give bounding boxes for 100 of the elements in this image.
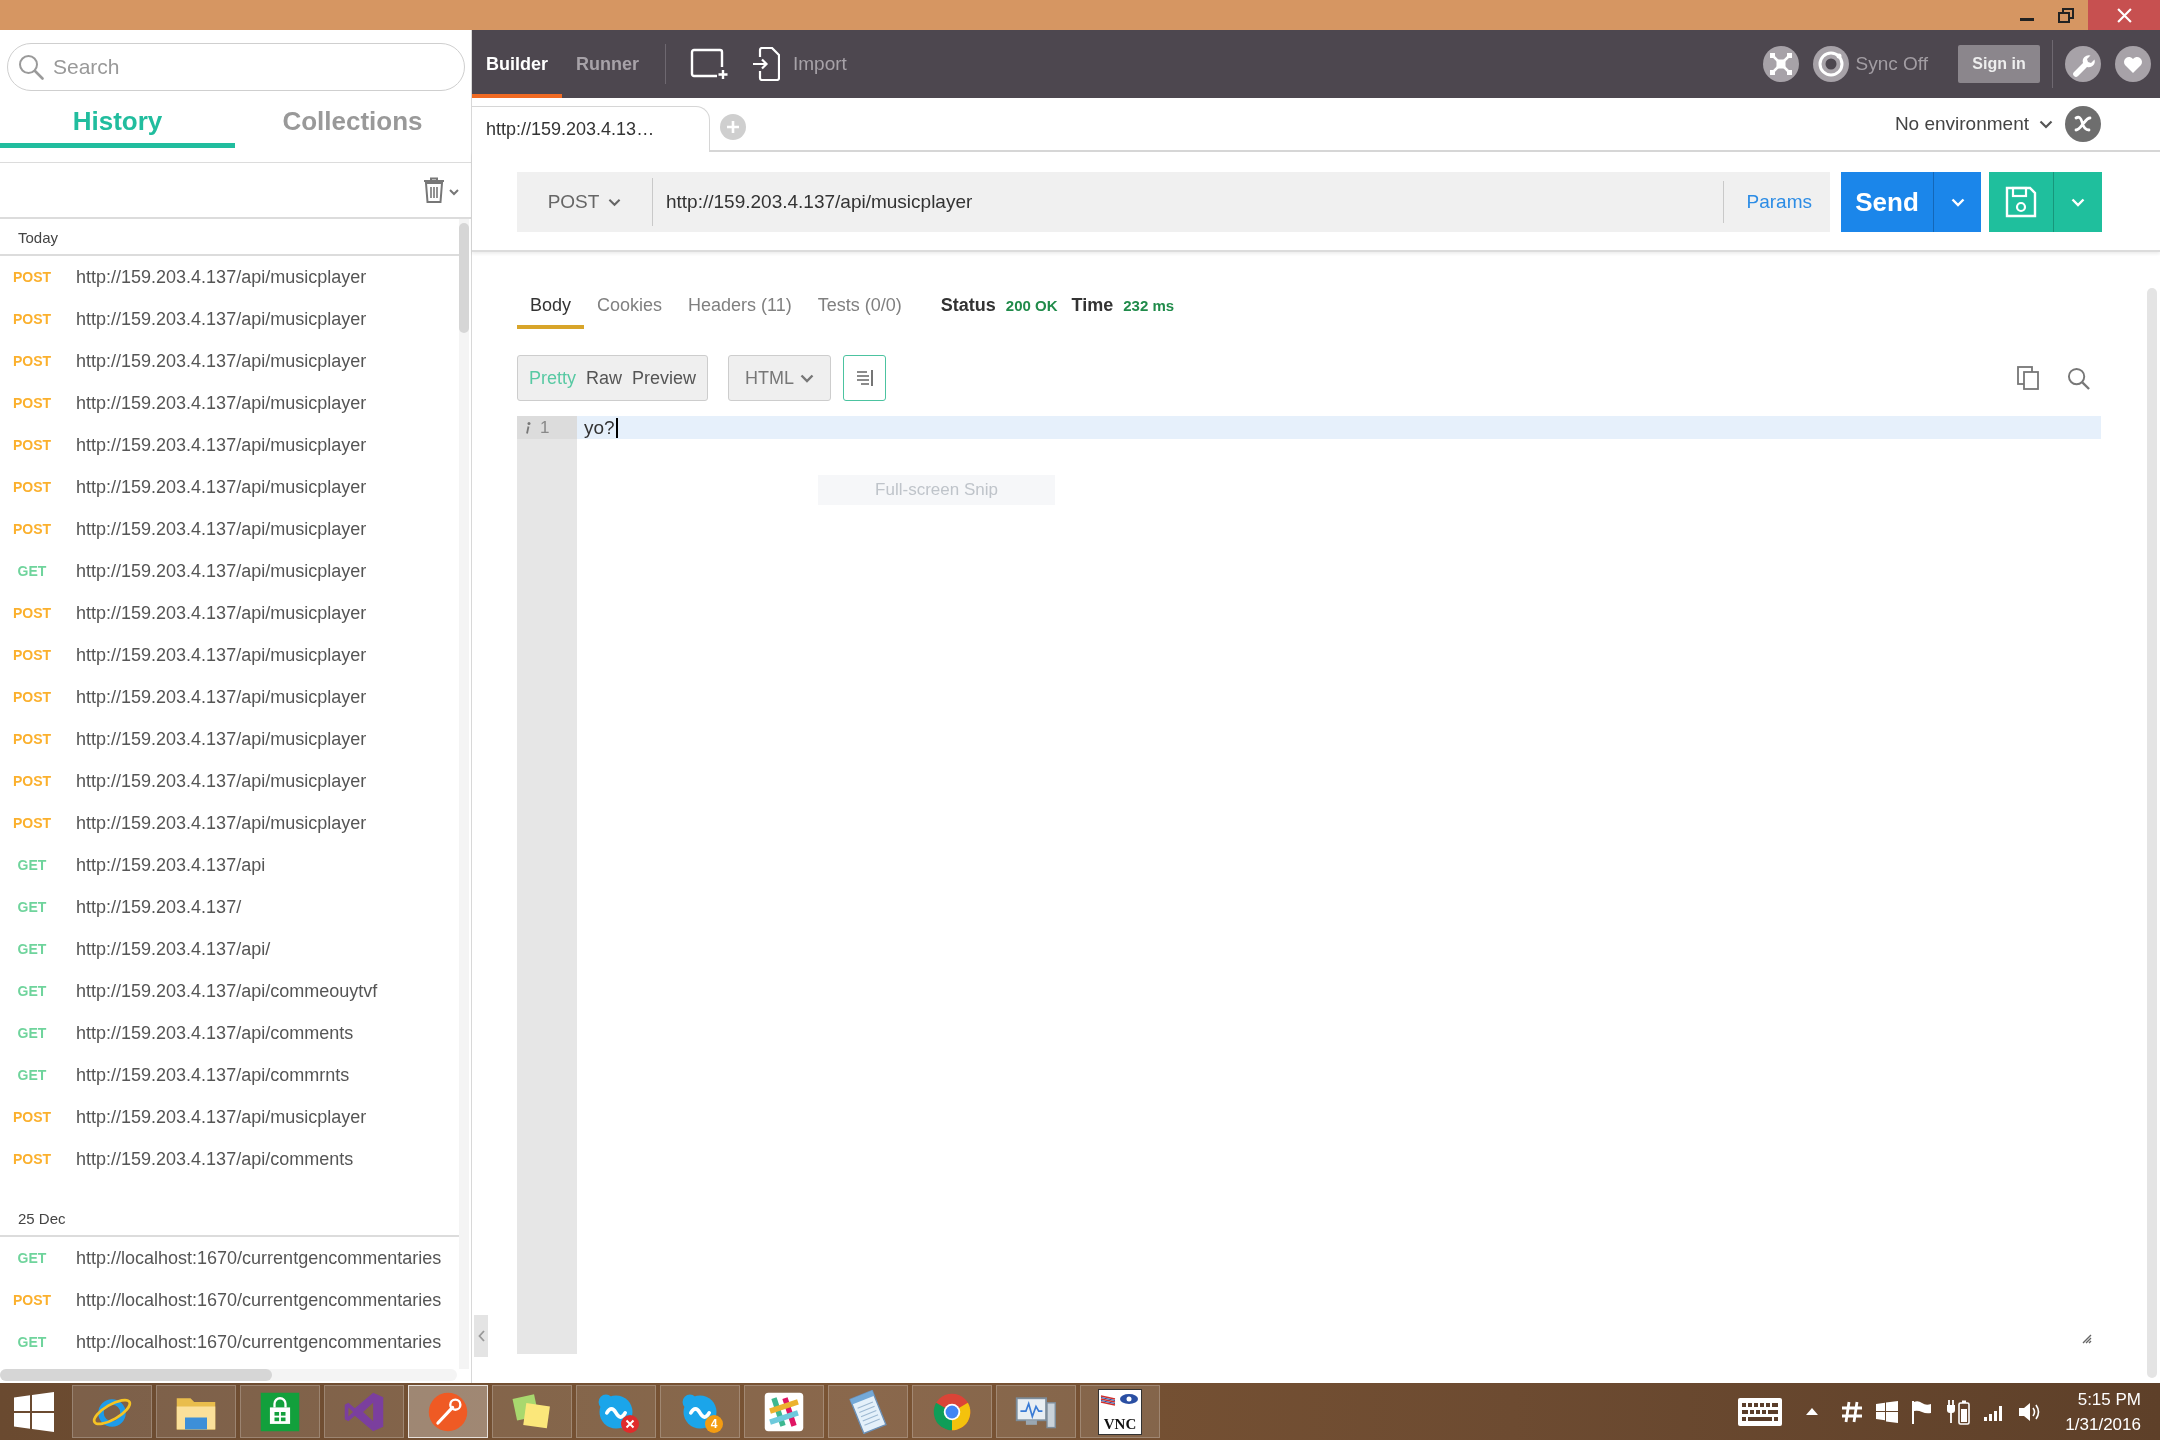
keyboard-icon[interactable] [1737,1396,1784,1427]
request-tab[interactable]: http://159.203.4.13… [472,106,710,152]
taskbar-app-button[interactable] [828,1385,908,1438]
method-label: GET [17,563,47,579]
taskbar-app-button[interactable] [408,1385,488,1438]
taskbar-app-button[interactable] [492,1385,572,1438]
history-url[interactable]: http://159.203.4.137/api/commrnts [76,1064,350,1086]
mode-tab[interactable]: Builder [472,30,562,98]
scrollbar[interactable] [2147,288,2157,1378]
minimize-icon[interactable] [2020,17,2034,21]
history-url[interactable]: http://159.203.4.137/api/musicplayer [76,266,367,288]
history-url[interactable]: http://localhost:1670/currentgencommentaries [76,1247,442,1269]
chevron-down-icon [2039,119,2053,129]
url-field[interactable]: http://159.203.4.137/api/musicplayer [653,191,1723,213]
history-url[interactable]: http://159.203.4.137/api [76,854,266,876]
hash-icon[interactable] [1841,1400,1864,1423]
scrollbar[interactable] [0,1369,457,1381]
history-url[interactable]: http://159.203.4.137/api/musicplayer [76,392,367,414]
history-url[interactable]: http://159.203.4.137/api/comments [76,1022,354,1044]
format-dropdown[interactable]: HTML [728,355,832,401]
import-button[interactable]: Import [752,47,847,81]
environment-dropdown[interactable]: No environment [1894,113,2053,135]
method-label: POST [12,605,52,621]
x-circle-icon[interactable] [2065,106,2101,142]
history-url[interactable]: http://localhost:1670/currentgencommentaries [76,1289,442,1311]
history-url[interactable]: http://159.203.4.137/api/musicplayer [76,686,367,708]
method-label: POST [12,269,52,285]
view-mode-button[interactable]: Raw [581,358,628,398]
taskbar-app-button[interactable]: VNC [1080,1385,1160,1438]
history-url[interactable]: http://159.203.4.137/api/musicplayer [76,308,367,330]
send-button[interactable]: Send [1841,172,1933,232]
taskbar-app-button[interactable] [156,1385,236,1438]
copy-icon[interactable] [2017,366,2039,390]
clock-time[interactable]: 5:15 PM [2077,1386,2141,1412]
search-icon [18,54,44,80]
chevron-down-icon [1950,197,1965,207]
method-label: GET [17,1250,47,1266]
clock-date[interactable]: 1/31/2016 [2065,1411,2141,1437]
method-label: GET [17,857,47,873]
new-window-icon[interactable] [690,48,730,80]
flag-icon[interactable] [1911,1399,1934,1424]
method-dropdown[interactable]: POST [517,178,653,226]
taskbar-app-button[interactable] [744,1385,824,1438]
history-url[interactable]: http://159.203.4.137/api/musicplayer [76,1106,367,1128]
logo-text: VNC [1103,1416,1137,1432]
battery-plug-icon[interactable] [1946,1398,1971,1425]
history-url[interactable]: http://159.203.4.137/api/comments [76,1148,354,1170]
satellite-icon[interactable] [1763,46,1800,82]
chevron-down-icon [800,373,815,383]
caret-down-icon[interactable] [449,188,459,196]
history-url[interactable]: http://159.203.4.137/api/musicplayer [76,518,367,540]
save-button[interactable] [1989,172,2053,232]
method-label: POST [12,1109,52,1125]
caret-up-icon[interactable] [1806,1408,1819,1415]
history-url[interactable]: http://159.203.4.137/api/musicplayer [76,770,367,792]
view-mode-button[interactable]: Preview [627,358,702,398]
trash-icon[interactable] [423,177,445,203]
history-url[interactable]: http://159.203.4.137/ [76,896,242,918]
windows-logo-icon[interactable] [1876,1400,1899,1423]
history-url[interactable]: http://159.203.4.137/api/musicplayer [76,476,367,498]
response-time: 232 ms [1123,296,1175,314]
status-label: Status [940,294,996,316]
restore-icon[interactable] [2058,7,2074,23]
taskbar-app-button[interactable] [912,1385,992,1438]
response-tab[interactable]: Headers (11) [675,281,805,329]
response-tab[interactable]: Body [517,281,585,329]
history-url[interactable]: http://159.203.4.137/api/musicplayer [76,434,367,456]
taskbar-app-button[interactable] [72,1385,152,1438]
history-url[interactable]: http://159.203.4.137/api/musicplayer [76,350,367,372]
windows-logo-icon[interactable] [14,1391,54,1432]
history-url[interactable]: http://159.203.4.137/api/ [76,938,271,960]
close-icon [2116,7,2132,23]
wrench-icon[interactable] [2065,46,2101,82]
history-url[interactable]: http://159.203.4.137/api/musicplayer [76,728,367,750]
scrollbar[interactable] [459,219,469,1369]
resize-handle-icon[interactable] [2082,1334,2092,1344]
search-field[interactable]: Search [7,43,465,91]
method-label: POST [12,731,52,747]
response-tab[interactable]: Cookies [584,281,676,329]
response-tab[interactable]: Tests (0/0) [804,281,915,329]
taskbar-app-button[interactable] [240,1385,320,1438]
history-url[interactable]: http://159.203.4.137/api/musicplayer [76,812,367,834]
group-header: 25 Dec [0,1200,459,1237]
history-url[interactable]: http://159.203.4.137/api/commeouytvf [76,980,378,1002]
history-url[interactable]: http://159.203.4.137/api/musicplayer [76,644,367,666]
history-url[interactable]: http://159.203.4.137/api/musicplayer [76,560,367,582]
taskbar-app-button[interactable] [576,1385,656,1438]
mode-tab[interactable]: Runner [562,30,653,98]
search-icon[interactable] [2067,366,2090,390]
history-url[interactable]: http://159.203.4.137/api/musicplayer [76,602,367,624]
method-label: POST [12,815,52,831]
history-url[interactable]: http://localhost:1670/currentgencommentaries [76,1331,442,1353]
close-button[interactable] [2088,0,2160,30]
method-label: POST [12,773,52,789]
collapse-handle[interactable] [474,1315,488,1357]
chevron-down-icon [608,197,622,207]
method-label: GET [17,1067,47,1083]
taskbar-app-button[interactable] [996,1385,1076,1438]
line-number: 1 [540,417,550,438]
wrap-button[interactable] [843,355,887,401]
